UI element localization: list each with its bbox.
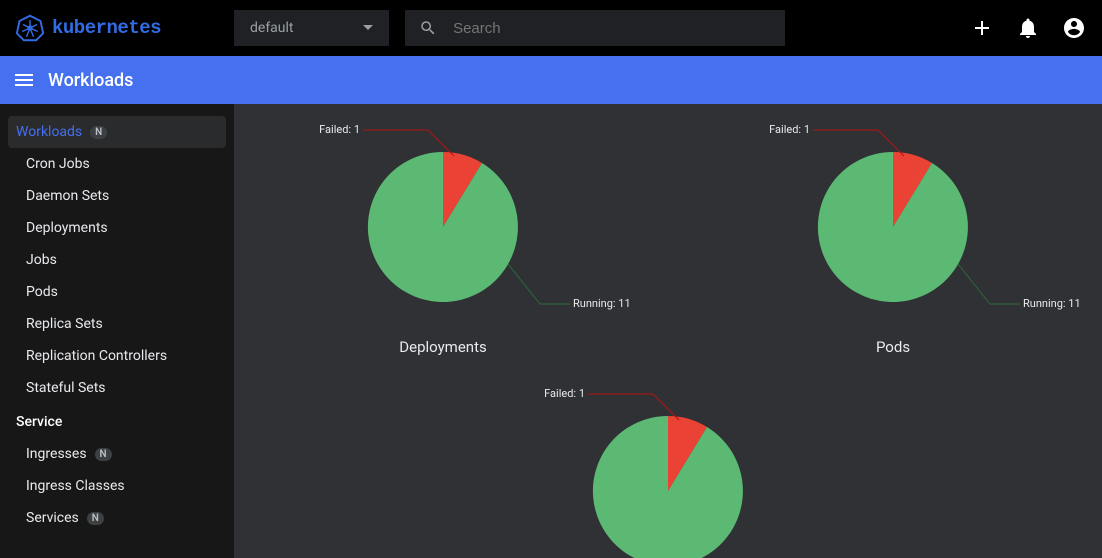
main-panel: Failed: 1 Running: 11 Deployments Failed…	[234, 104, 1102, 558]
chart-third: Failed: 1	[473, 386, 863, 558]
menu-icon[interactable]	[12, 68, 36, 92]
titlebar: Workloads	[0, 56, 1102, 104]
chart-deployments: Failed: 1 Running: 11 Deployments	[248, 122, 638, 356]
badge: N	[90, 126, 107, 139]
search-input[interactable]	[453, 20, 771, 37]
sidebar-item-workloads[interactable]: Workloads N	[8, 116, 226, 148]
namespace-value: default	[250, 20, 294, 36]
topbar: kubernetes default	[0, 0, 1102, 56]
running-label: Running: 11	[573, 297, 631, 310]
sidebar-item[interactable]: Jobs	[8, 244, 226, 276]
pie-chart-pods: Failed: 1 Running: 11	[698, 122, 1088, 332]
sidebar-item[interactable]: Stateful Sets	[8, 372, 226, 404]
sidebar-section-service: Service	[8, 404, 226, 438]
sidebar-item[interactable]: Daemon Sets	[8, 180, 226, 212]
running-label: Running: 11	[1023, 297, 1081, 310]
sidebar-item[interactable]: Services N	[8, 502, 226, 534]
sidebar-item[interactable]: Ingress Classes	[8, 470, 226, 502]
sidebar-item-label: Services	[26, 510, 79, 526]
sidebar-item[interactable]: Pods	[8, 276, 226, 308]
sidebar-item[interactable]: Deployments	[8, 212, 226, 244]
search-icon	[419, 18, 437, 38]
sidebar-item-label: Ingresses	[26, 446, 87, 462]
sidebar-item-label: Workloads	[16, 124, 82, 140]
add-icon[interactable]	[970, 16, 994, 40]
sidebar-item-label: Ingress Classes	[26, 478, 125, 494]
badge: N	[87, 512, 104, 525]
failed-label: Failed: 1	[544, 387, 585, 400]
pie-chart-deployments: Failed: 1 Running: 11	[248, 122, 638, 332]
sidebar-item[interactable]: Ingresses N	[8, 438, 226, 470]
bell-icon[interactable]	[1016, 16, 1040, 40]
sidebar-item[interactable]: Cron Jobs	[8, 148, 226, 180]
user-icon[interactable]	[1062, 16, 1086, 40]
failed-label: Failed: 1	[319, 123, 360, 136]
sidebar-item[interactable]: Replica Sets	[8, 308, 226, 340]
namespace-select[interactable]: default	[234, 10, 389, 46]
sidebar-item[interactable]: Replication Controllers	[8, 340, 226, 372]
kubernetes-logo-icon	[16, 14, 44, 42]
logo[interactable]: kubernetes	[16, 14, 234, 42]
content: Workloads N Cron JobsDaemon SetsDeployme…	[0, 104, 1102, 558]
badge: N	[95, 448, 112, 461]
chart-title: Deployments	[399, 338, 486, 356]
search-box[interactable]	[405, 10, 785, 46]
chevron-down-icon	[363, 25, 373, 31]
chart-pods: Failed: 1 Running: 11 Pods	[698, 122, 1088, 356]
page-title: Workloads	[48, 70, 133, 91]
pie-chart-third: Failed: 1	[473, 386, 863, 558]
sidebar: Workloads N Cron JobsDaemon SetsDeployme…	[0, 104, 234, 558]
chart-title: Pods	[876, 338, 910, 356]
brand-text: kubernetes	[52, 17, 161, 39]
failed-label: Failed: 1	[769, 123, 810, 136]
